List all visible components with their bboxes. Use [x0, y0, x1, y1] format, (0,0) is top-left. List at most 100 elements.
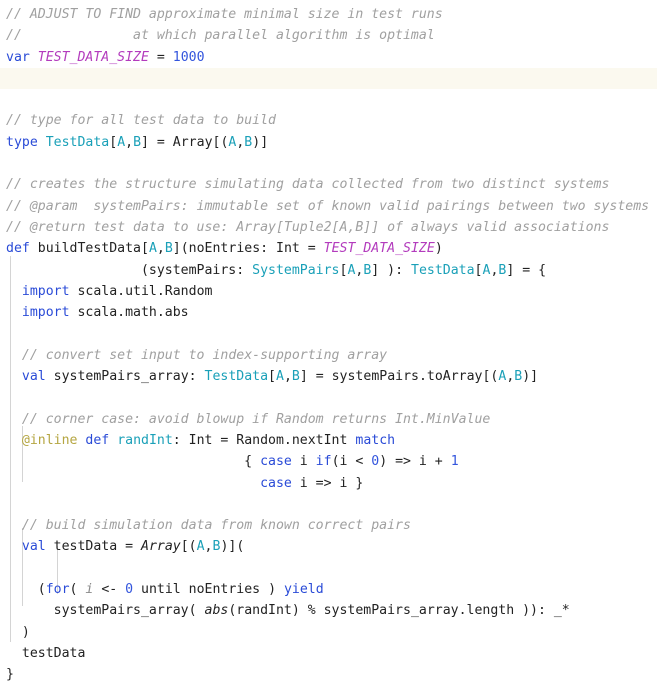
- code-line[interactable]: [0, 387, 657, 408]
- code-line[interactable]: type TestData[A,B] = Array[(A,B)]: [0, 132, 657, 153]
- code-line[interactable]: [0, 323, 657, 344]
- code-token: until noEntries ): [133, 582, 284, 598]
- code-token: TestData: [204, 369, 269, 385]
- code-line[interactable]: case i => i }: [0, 473, 657, 494]
- code-token: TEST_DATA_SIZE: [37, 49, 149, 65]
- code-token: randInt: [117, 432, 173, 448]
- code-line[interactable]: import scala.math.abs: [0, 302, 657, 323]
- code-token: SystemPairs: [252, 262, 340, 278]
- code-token: def: [6, 241, 38, 257]
- code-token: ] ):: [371, 262, 411, 278]
- code-token: ,: [156, 241, 165, 257]
- code-line[interactable]: @inline def randInt: Int = Random.nextIn…: [0, 430, 657, 451]
- code-token: TEST_DATA_SIZE: [323, 241, 435, 257]
- code-line[interactable]: [0, 89, 657, 110]
- code-token: // creates the structure simulating data…: [6, 177, 610, 193]
- code-token: if: [315, 454, 332, 470]
- code-line[interactable]: // @return test data to use: Array[Tuple…: [0, 217, 657, 238]
- code-line[interactable]: // type for all test data to build: [0, 110, 657, 131]
- code-token: {: [6, 454, 261, 470]
- code-token: testData =: [53, 539, 141, 555]
- code-token: Array: [141, 539, 181, 555]
- code-line[interactable]: val systemPairs_array: TestData[A,B] = s…: [0, 366, 657, 387]
- code-token: 0: [125, 582, 134, 598]
- code-token: // @param systemPairs: immutable set of …: [6, 198, 650, 214]
- code-token: )]: [522, 369, 539, 385]
- code-token: // convert set input to index-supporting…: [21, 347, 388, 363]
- code-line[interactable]: systemPairs_array( abs(randInt) % system…: [0, 600, 657, 621]
- code-token: ] = {: [506, 262, 547, 278]
- code-token: i => i }: [291, 475, 364, 491]
- code-token: A: [276, 369, 284, 385]
- code-token: [(: [180, 539, 197, 555]
- code-token: ](noEntries: Int =: [172, 241, 324, 257]
- code-token: yield: [283, 582, 324, 598]
- code-token: }: [6, 667, 14, 683]
- code-line[interactable]: // at which parallel algorithm is optima…: [0, 25, 657, 46]
- code-token: ,: [204, 539, 213, 555]
- code-line[interactable]: // @param systemPairs: immutable set of …: [0, 196, 657, 217]
- code-token: A: [148, 241, 157, 257]
- code-line[interactable]: testData: [0, 643, 657, 664]
- code-editor-viewport[interactable]: // ADJUST TO FIND approximate minimal si…: [0, 0, 657, 682]
- code-line[interactable]: [0, 494, 657, 515]
- code-token: match: [355, 432, 396, 448]
- code-token: ): [6, 624, 30, 640]
- code-token: (: [6, 582, 46, 598]
- code-token: ): [434, 241, 443, 257]
- code-line[interactable]: // ADJUST TO FIND approximate minimal si…: [0, 4, 657, 25]
- code-token: def: [85, 432, 118, 448]
- code-token: <-: [93, 582, 126, 598]
- code-token: TestData: [45, 134, 110, 150]
- code-lines: // ADJUST TO FIND approximate minimal si…: [0, 4, 657, 686]
- code-line[interactable]: [0, 558, 657, 579]
- code-token: )](: [220, 539, 245, 555]
- code-line[interactable]: // corner case: avoid blowup if Random r…: [0, 409, 657, 430]
- code-token: buildTestData: [37, 241, 141, 257]
- code-line[interactable]: // creates the structure simulating data…: [0, 174, 657, 195]
- code-token: A: [196, 539, 205, 555]
- code-line[interactable]: (for( i <- 0 until noEntries ) yield: [0, 579, 657, 600]
- code-token: @inline: [21, 432, 78, 448]
- code-line[interactable]: (systemPairs: SystemPairs[A,B] ): TestDa…: [0, 260, 657, 281]
- code-line[interactable]: { case i if(i < 0) => i + 1: [0, 451, 657, 472]
- code-line[interactable]: }: [0, 664, 657, 685]
- code-line[interactable]: // build simulation data from known corr…: [0, 515, 657, 536]
- code-line[interactable]: [0, 67, 657, 90]
- code-line[interactable]: [0, 153, 657, 174]
- code-token: systemPairs_array:: [53, 369, 205, 385]
- code-line[interactable]: var TEST_DATA_SIZE = 1000: [0, 47, 657, 68]
- code-token: (randInt) % systemPairs_array.length )):…: [228, 603, 570, 619]
- code-line[interactable]: val testData = Array[(A,B)](: [0, 536, 657, 557]
- code-token: A: [117, 134, 126, 150]
- code-token: (: [69, 582, 86, 598]
- code-token: type: [6, 134, 46, 150]
- code-token: // at which parallel algorithm is optima…: [6, 28, 435, 44]
- code-line[interactable]: ): [0, 622, 657, 643]
- code-token: // ADJUST TO FIND approximate minimal si…: [6, 7, 443, 22]
- code-token: : Int = Random.nextInt: [172, 432, 356, 448]
- code-token: for: [45, 582, 70, 598]
- code-token: var: [6, 49, 38, 65]
- code-token: [: [140, 241, 149, 257]
- code-token: )]: [252, 134, 269, 150]
- code-token: case: [260, 454, 292, 470]
- code-line[interactable]: def buildTestData[A,B](noEntries: Int = …: [0, 238, 657, 259]
- code-token: ,: [283, 369, 292, 385]
- code-token: (i <: [331, 454, 372, 470]
- code-line[interactable]: // convert set input to index-supporting…: [0, 345, 657, 366]
- code-token: scala.util.Random: [69, 283, 213, 299]
- code-token: 1000: [172, 49, 205, 65]
- code-line[interactable]: import scala.util.Random: [0, 281, 657, 302]
- code-token: // type for all test data to build: [6, 113, 276, 129]
